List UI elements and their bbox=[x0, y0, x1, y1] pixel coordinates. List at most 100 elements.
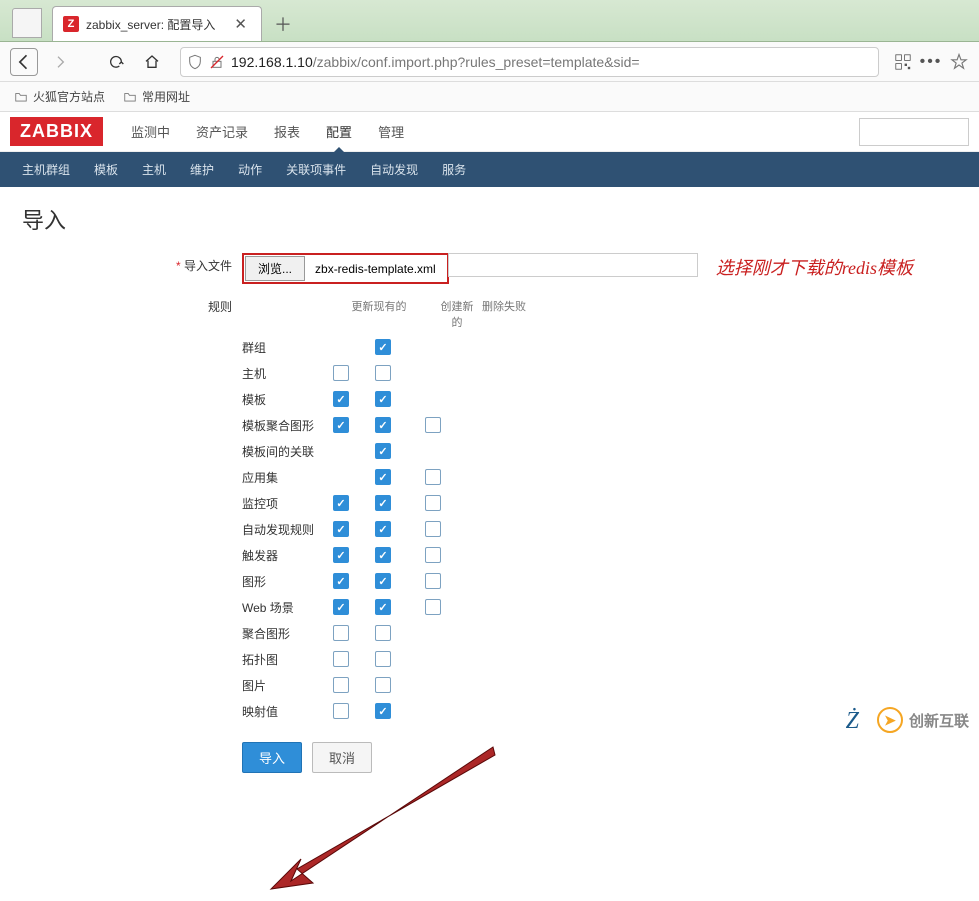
update-checkbox[interactable] bbox=[333, 365, 349, 381]
rule-row: 聚合图形 bbox=[242, 620, 530, 646]
delete-checkbox[interactable] bbox=[425, 417, 441, 433]
rule-name: 拓扑图 bbox=[242, 651, 324, 668]
rule-name: Web 场景 bbox=[242, 599, 324, 616]
bookmark-item[interactable]: 常用网址 bbox=[123, 88, 190, 105]
rule-name: 映射值 bbox=[242, 703, 324, 720]
delete-checkbox[interactable] bbox=[425, 495, 441, 511]
create-checkbox[interactable] bbox=[375, 521, 391, 537]
checkbox-cell bbox=[408, 495, 458, 511]
checkbox-cell bbox=[324, 521, 358, 537]
sub-nav-item[interactable]: 自动发现 bbox=[358, 152, 430, 187]
sub-nav-item[interactable]: 主机 bbox=[130, 152, 178, 187]
browser-tab[interactable]: Z zabbix_server: 配置导入 ✕ bbox=[52, 6, 262, 41]
update-checkbox[interactable] bbox=[333, 651, 349, 667]
url-text: 192.168.1.10/zabbix/conf.import.php?rule… bbox=[231, 54, 872, 70]
update-checkbox[interactable] bbox=[333, 677, 349, 693]
delete-checkbox[interactable] bbox=[425, 599, 441, 615]
update-checkbox[interactable] bbox=[333, 703, 349, 719]
shield-icon[interactable] bbox=[187, 54, 203, 70]
forward-button[interactable] bbox=[46, 48, 74, 76]
main-nav-item[interactable]: 配置 bbox=[313, 111, 365, 152]
url-bar[interactable]: 192.168.1.10/zabbix/conf.import.php?rule… bbox=[180, 47, 879, 77]
sub-nav-item[interactable]: 服务 bbox=[430, 152, 478, 187]
bookmark-label: 火狐官方站点 bbox=[33, 88, 105, 105]
browse-button[interactable]: 浏览... bbox=[245, 256, 305, 281]
update-checkbox[interactable] bbox=[333, 391, 349, 407]
sub-nav-item[interactable]: 主机群组 bbox=[10, 152, 82, 187]
update-checkbox[interactable] bbox=[333, 417, 349, 433]
search-input[interactable] bbox=[859, 118, 969, 146]
rule-name: 聚合图形 bbox=[242, 625, 324, 642]
home-button[interactable] bbox=[138, 48, 166, 76]
main-nav-item[interactable]: 报表 bbox=[261, 111, 313, 152]
rule-name: 自动发现规则 bbox=[242, 521, 324, 538]
create-checkbox[interactable] bbox=[375, 599, 391, 615]
watermark-text: 创新互联 bbox=[909, 710, 969, 731]
create-checkbox[interactable] bbox=[375, 417, 391, 433]
checkbox-cell bbox=[358, 625, 408, 641]
sub-nav-item[interactable]: 维护 bbox=[178, 152, 226, 187]
bookmark-star-icon[interactable] bbox=[949, 52, 969, 72]
close-tab-icon[interactable]: ✕ bbox=[230, 13, 251, 35]
create-checkbox[interactable] bbox=[375, 365, 391, 381]
create-checkbox[interactable] bbox=[375, 469, 391, 485]
cancel-button[interactable]: 取消 bbox=[312, 742, 372, 773]
create-checkbox[interactable] bbox=[375, 651, 391, 667]
delete-checkbox[interactable] bbox=[425, 573, 441, 589]
back-button[interactable] bbox=[10, 48, 38, 76]
import-button[interactable]: 导入 bbox=[242, 742, 302, 773]
checkbox-cell bbox=[408, 599, 458, 615]
form-actions: 导入 取消 bbox=[242, 742, 530, 773]
create-checkbox[interactable] bbox=[375, 391, 391, 407]
sub-nav-item[interactable]: 模板 bbox=[82, 152, 130, 187]
create-checkbox[interactable] bbox=[375, 443, 391, 459]
update-checkbox[interactable] bbox=[333, 521, 349, 537]
create-checkbox[interactable] bbox=[375, 339, 391, 355]
rule-row: 映射值 bbox=[242, 698, 530, 724]
zabbix-header: ZABBIX 监测中资产记录报表配置管理 bbox=[0, 112, 979, 152]
page-title: 导入 bbox=[22, 203, 957, 235]
rule-row: 主机 bbox=[242, 360, 530, 386]
update-checkbox[interactable] bbox=[333, 495, 349, 511]
update-checkbox[interactable] bbox=[333, 599, 349, 615]
main-nav-item[interactable]: 监测中 bbox=[118, 111, 183, 152]
checkbox-cell bbox=[358, 651, 408, 667]
main-nav: 监测中资产记录报表配置管理 bbox=[118, 111, 417, 152]
checkbox-cell bbox=[324, 365, 358, 381]
rules-label: 规则 bbox=[172, 294, 242, 315]
rule-name: 模板 bbox=[242, 391, 324, 408]
rule-row: 应用集 bbox=[242, 464, 530, 490]
checkbox-cell bbox=[358, 417, 408, 433]
insecure-icon[interactable] bbox=[209, 54, 225, 70]
sub-nav-item[interactable]: 动作 bbox=[226, 152, 274, 187]
create-checkbox[interactable] bbox=[375, 677, 391, 693]
create-checkbox[interactable] bbox=[375, 703, 391, 719]
new-tab-button[interactable]: ＋ bbox=[268, 9, 298, 39]
main-nav-item[interactable]: 管理 bbox=[365, 111, 417, 152]
sub-nav-item[interactable]: 关联项事件 bbox=[274, 152, 358, 187]
update-checkbox[interactable] bbox=[333, 573, 349, 589]
rule-row: 模板间的关联 bbox=[242, 438, 530, 464]
delete-checkbox[interactable] bbox=[425, 469, 441, 485]
reload-button[interactable] bbox=[102, 48, 130, 76]
content-area: 导入 导入文件 浏览... zbx-redis-template.xml 选择刚… bbox=[0, 187, 979, 797]
update-checkbox[interactable] bbox=[333, 625, 349, 641]
file-input-highlight: 浏览... zbx-redis-template.xml bbox=[242, 253, 449, 284]
qr-icon[interactable] bbox=[893, 52, 913, 72]
create-checkbox[interactable] bbox=[375, 495, 391, 511]
checkbox-cell bbox=[408, 417, 458, 433]
delete-checkbox[interactable] bbox=[425, 521, 441, 537]
page-corner-decoration bbox=[12, 8, 42, 38]
more-icon[interactable]: ••• bbox=[921, 52, 941, 72]
update-checkbox[interactable] bbox=[333, 547, 349, 563]
bookmark-item[interactable]: 火狐官方站点 bbox=[14, 88, 105, 105]
create-checkbox[interactable] bbox=[375, 573, 391, 589]
checkbox-cell bbox=[358, 599, 408, 615]
file-path-field[interactable] bbox=[448, 253, 698, 277]
delete-checkbox[interactable] bbox=[425, 547, 441, 563]
create-checkbox[interactable] bbox=[375, 547, 391, 563]
checkbox-cell bbox=[358, 365, 408, 381]
create-checkbox[interactable] bbox=[375, 625, 391, 641]
zabbix-logo[interactable]: ZABBIX bbox=[10, 117, 103, 146]
main-nav-item[interactable]: 资产记录 bbox=[183, 111, 261, 152]
